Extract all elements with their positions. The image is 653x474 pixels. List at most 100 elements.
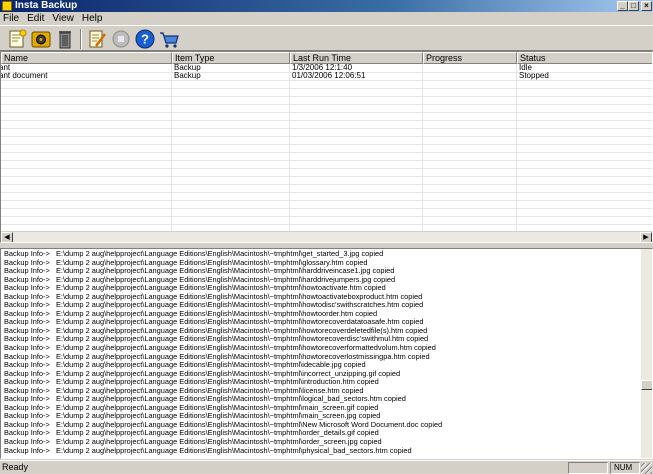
toolbar-separator bbox=[80, 29, 82, 49]
log-message: E:\dump 2 aug\helpproject\Language Editi… bbox=[56, 412, 381, 421]
column-item-type[interactable]: Item Type bbox=[172, 52, 290, 64]
table-row[interactable]: ant document Backup 01/03/2006 12:06:51 … bbox=[1, 72, 652, 80]
log-line: Backup Info-> E:\dump 2 aug\helpproject\L… bbox=[1, 327, 641, 336]
grid-line bbox=[422, 64, 423, 232]
column-last-run-time[interactable]: Last Run Time bbox=[290, 52, 423, 64]
grid-line bbox=[516, 64, 517, 232]
column-status[interactable]: Status bbox=[517, 52, 652, 64]
resize-grip[interactable] bbox=[641, 463, 652, 474]
maximize-button[interactable]: □ bbox=[628, 1, 639, 11]
cell-status: Idle bbox=[519, 64, 532, 72]
scroll-right-button[interactable]: ▶ bbox=[640, 232, 652, 242]
run-backup-button[interactable] bbox=[30, 28, 52, 50]
grid-line bbox=[1, 216, 652, 217]
cell-status: Stopped bbox=[519, 72, 549, 80]
cell-progress bbox=[423, 72, 517, 80]
log-prefix: Backup Info-> bbox=[4, 344, 50, 353]
log-line: Backup Info-> E:\dump 2 aug\helpproject\L… bbox=[1, 404, 641, 413]
scroll-left-button[interactable]: ◀ bbox=[1, 232, 13, 242]
log-line: Backup Info-> E:\dump 2 aug\helpproject\L… bbox=[1, 395, 641, 404]
log-message: E:\dump 2 aug\helpproject\Language Editi… bbox=[56, 292, 423, 301]
menu-help[interactable]: Help bbox=[82, 12, 103, 25]
list-header: Name Item Type Last Run Time Progress St… bbox=[1, 52, 652, 64]
list-horizontal-scrollbar[interactable]: ◀ ▶ bbox=[1, 231, 652, 242]
log-prefix: Backup Info-> bbox=[4, 318, 50, 327]
log-line: Backup Info-> E:\dump 2 aug\helpproject\L… bbox=[1, 421, 641, 430]
table-row[interactable]: ant Backup 1/3/2006 12:1:40 Idle bbox=[1, 64, 652, 72]
grid-line bbox=[1, 120, 652, 121]
log-line: Backup Info-> E:\dump 2 aug\helpproject\L… bbox=[1, 353, 641, 362]
status-bar: Ready NUM bbox=[0, 460, 653, 474]
log-line: Backup Info-> E:\dump 2 aug\helpproject\L… bbox=[1, 267, 641, 276]
run-backup-icon bbox=[31, 31, 51, 48]
list-body: ant Backup 1/3/2006 12:1:40 Idle ant doc… bbox=[1, 64, 652, 233]
log-prefix: Backup Info-> bbox=[4, 429, 50, 438]
log-line: Backup Info-> E:\dump 2 aug\helpproject\L… bbox=[1, 412, 641, 421]
new-item-button[interactable] bbox=[6, 28, 28, 50]
menu-view[interactable]: View bbox=[52, 12, 74, 25]
log-prefix: Backup Info-> bbox=[4, 267, 50, 276]
delete-button[interactable] bbox=[54, 28, 76, 50]
scroll-thumb[interactable] bbox=[641, 380, 652, 390]
log-message: E:\dump 2 aug\helpproject\Language Editi… bbox=[56, 309, 378, 318]
grid-line bbox=[1, 168, 652, 169]
log-message: E:\dump 2 aug\helpproject\Language Editi… bbox=[56, 429, 379, 438]
app-icon bbox=[2, 1, 12, 11]
buy-cart-icon bbox=[160, 32, 179, 48]
log-message: E:\dump 2 aug\helpproject\Language Editi… bbox=[56, 361, 366, 370]
cell-type: Backup bbox=[174, 64, 201, 72]
log-message: E:\dump 2 aug\helpproject\Language Editi… bbox=[56, 446, 412, 455]
stop-button[interactable] bbox=[110, 28, 132, 50]
log-message: E:\dump 2 aug\helpproject\Language Editi… bbox=[56, 369, 401, 378]
window-title: Insta Backup bbox=[15, 0, 78, 11]
backup-items-list[interactable]: Name Item Type Last Run Time Progress St… bbox=[0, 51, 653, 243]
help-button[interactable]: ? bbox=[134, 28, 156, 50]
column-name[interactable]: Name bbox=[1, 52, 172, 64]
backup-log-panel[interactable]: Backup Info-> E:\dump 2 aug\helpproject\L… bbox=[0, 248, 653, 459]
cell-type: Backup bbox=[174, 72, 201, 80]
log-vertical-scrollbar[interactable] bbox=[641, 249, 652, 458]
log-prefix: Backup Info-> bbox=[4, 378, 50, 387]
log-prefix: Backup Info-> bbox=[4, 326, 50, 335]
log-message: E:\dump 2 aug\helpproject\Language Editi… bbox=[56, 438, 382, 447]
log-prefix: Backup Info-> bbox=[4, 386, 50, 395]
log-prefix: Backup Info-> bbox=[4, 250, 50, 258]
log-prefix: Backup Info-> bbox=[4, 369, 50, 378]
log-message: E:\dump 2 aug\helpproject\Language Editi… bbox=[56, 318, 424, 327]
cell-last-run: 01/03/2006 12:06:51 bbox=[292, 72, 366, 80]
grid-line bbox=[1, 152, 652, 153]
num-lock-indicator: NUM bbox=[610, 462, 640, 474]
close-button[interactable]: × bbox=[641, 1, 652, 11]
minimize-button[interactable]: _ bbox=[617, 1, 628, 11]
properties-button[interactable] bbox=[86, 28, 108, 50]
menu-file[interactable]: File bbox=[3, 12, 19, 25]
grid-line bbox=[1, 136, 652, 137]
grid-line bbox=[1, 128, 652, 129]
help-icon: ? bbox=[135, 29, 155, 49]
log-prefix: Backup Info-> bbox=[4, 292, 50, 301]
log-line: Backup Info-> E:\dump 2 aug\helpproject\L… bbox=[1, 335, 641, 344]
log-message: E:\dump 2 aug\helpproject\Language Editi… bbox=[56, 301, 424, 310]
menu-bar: File Edit View Help bbox=[0, 12, 653, 25]
log-line: Backup Info-> E:\dump 2 aug\helpproject\L… bbox=[1, 344, 641, 353]
log-prefix: Backup Info-> bbox=[4, 301, 50, 310]
log-line: Backup Info-> E:\dump 2 aug\helpproject\L… bbox=[1, 370, 641, 379]
status-text: Ready bbox=[2, 462, 29, 472]
column-progress[interactable]: Progress bbox=[423, 52, 517, 64]
cell-last-run: 1/3/2006 12:1:40 bbox=[292, 64, 353, 72]
log-line: Backup Info-> E:\dump 2 aug\helpproject\L… bbox=[1, 361, 641, 370]
log-line: Backup Info-> E:\dump 2 aug\helpproject\L… bbox=[1, 276, 641, 285]
grid-line bbox=[1, 88, 652, 89]
log-line: Backup Info-> E:\dump 2 aug\helpproject\L… bbox=[1, 318, 641, 327]
grid-line bbox=[1, 200, 652, 201]
log-line: Backup Info-> E:\dump 2 aug\helpproject\L… bbox=[1, 378, 641, 387]
log-message: E:\dump 2 aug\helpproject\Language Editi… bbox=[56, 284, 386, 293]
new-item-icon bbox=[9, 29, 27, 48]
stop-icon bbox=[112, 30, 130, 48]
grid-line bbox=[1, 192, 652, 193]
log-prefix: Backup Info-> bbox=[4, 309, 50, 318]
buy-cart-button[interactable] bbox=[158, 28, 180, 50]
log-message: E:\dump 2 aug\helpproject\Language Editi… bbox=[56, 258, 368, 267]
log-prefix: Backup Info-> bbox=[4, 438, 50, 447]
menu-edit[interactable]: Edit bbox=[27, 12, 44, 25]
